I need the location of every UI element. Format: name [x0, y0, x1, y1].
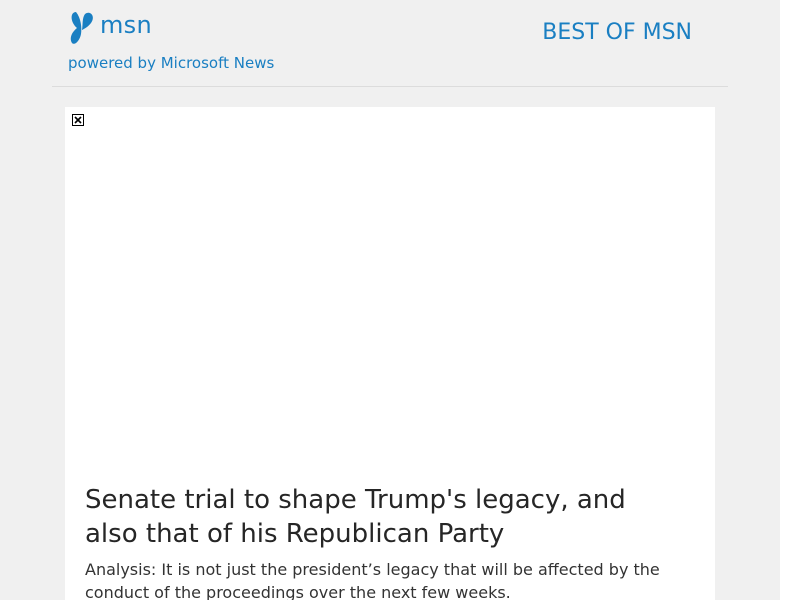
site-header: msn powered by Microsoft News BEST OF MS…: [0, 0, 780, 86]
logo-text: msn: [100, 11, 152, 39]
tagline: powered by Microsoft News: [68, 54, 275, 72]
article-headline[interactable]: Senate trial to shape Trump's legacy, an…: [85, 483, 685, 551]
msn-logo-link[interactable]: msn: [68, 8, 152, 48]
msn-butterfly-icon: [68, 10, 96, 46]
header-divider: [52, 86, 728, 87]
best-of-msn-link[interactable]: BEST OF MSN: [542, 20, 692, 46]
article-summary: Analysis: It is not just the president’s…: [85, 560, 660, 600]
right-edge: [780, 0, 800, 600]
broken-image-icon: [72, 114, 84, 126]
article-card[interactable]: Senate trial to shape Trump's legacy, an…: [65, 107, 715, 600]
article-image[interactable]: [65, 107, 715, 477]
